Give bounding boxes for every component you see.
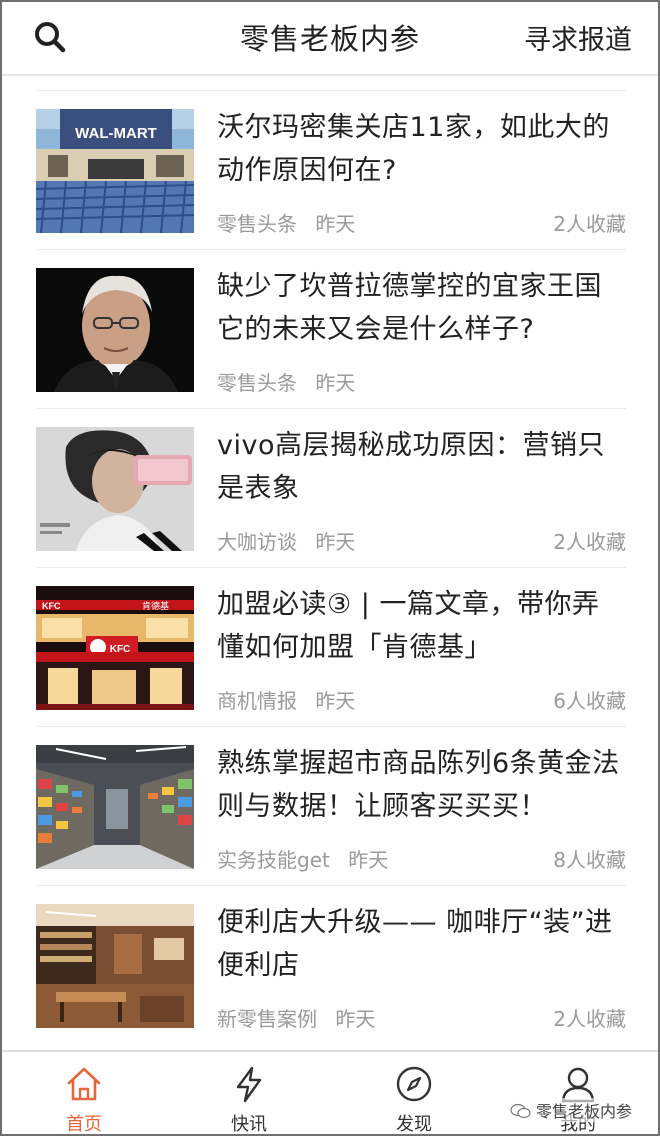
article-item[interactable]: KFC 肯德基 KFC 加盟必读③ | 一篇文章，带你弄懂如何加盟「肯德基」 商… xyxy=(36,567,626,726)
article-title[interactable]: 加盟必读③ | 一篇文章，带你弄懂如何加盟「肯德基」 xyxy=(217,583,622,669)
home-icon xyxy=(67,1067,101,1101)
walmart-sign-text: WAL-MART xyxy=(75,125,157,142)
article-time: 昨天 xyxy=(335,1007,376,1031)
kfc-storefront-photo: KFC 肯德基 KFC xyxy=(36,586,194,710)
article-title[interactable]: 沃尔玛密集关店11家，如此大的动作原因何在? xyxy=(217,106,622,192)
top-bar: 零售老板内参 寻求报道 xyxy=(2,2,658,76)
article-saves: 8人收藏 xyxy=(553,848,626,872)
article-list: WAL-MART 沃尔玛密集关店11家，如此大的动作原因何在? 零售头条 昨天 … xyxy=(36,90,626,1044)
article-title[interactable]: 便利店大升级—— 咖啡厅“装”进便利店 xyxy=(217,901,622,987)
article-source[interactable]: 新零售案例 xyxy=(217,1007,317,1031)
elderly-man-portrait-photo xyxy=(36,268,194,392)
article-source[interactable]: 商机情报 xyxy=(217,689,297,713)
article-time: 昨天 xyxy=(315,371,356,395)
article-meta: 零售头条 昨天 xyxy=(217,367,626,396)
article-item[interactable]: vivo高层揭秘成功原因：营销只是表象 大咖访谈 昨天 2人收藏 xyxy=(36,408,626,567)
article-time: 昨天 xyxy=(315,689,356,713)
seek-coverage-link[interactable]: 寻求报道 xyxy=(524,18,632,57)
tab-profile[interactable]: 我的 xyxy=(523,1052,633,1134)
article-title[interactable]: 熟练掌握超市商品陈列6条黄金法则与数据！让顾客买买买！ xyxy=(217,742,622,828)
article-meta: 实务技能get 昨天 8人收藏 xyxy=(217,844,626,873)
article-title[interactable]: vivo高层揭秘成功原因：营销只是表象 xyxy=(217,424,622,510)
article-saves: 2人收藏 xyxy=(553,1007,626,1031)
supermarket-aisle-photo xyxy=(36,745,194,869)
wechat-icon xyxy=(510,1103,531,1119)
tab-news-flash-label: 快讯 xyxy=(231,1114,267,1135)
article-source[interactable]: 零售头条 xyxy=(217,371,297,395)
tab-home-label: 首页 xyxy=(66,1114,102,1135)
article-meta: 新零售案例 昨天 2人收藏 xyxy=(217,1003,626,1032)
tab-home[interactable]: 首页 xyxy=(29,1052,139,1135)
article-meta: 商机情报 昨天 6人收藏 xyxy=(217,685,626,714)
article-item[interactable]: WAL-MART 沃尔玛密集关店11家，如此大的动作原因何在? 零售头条 昨天 … xyxy=(36,90,626,249)
article-meta: 零售头条 昨天 2人收藏 xyxy=(217,208,626,237)
article-time: 昨天 xyxy=(348,848,389,872)
woman-with-phone-ad-photo xyxy=(36,427,194,551)
compass-icon xyxy=(396,1066,432,1102)
walmart-store-photo: WAL-MART xyxy=(36,109,194,233)
article-time: 昨天 xyxy=(315,212,356,236)
app-frame: 零售老板内参 寻求报道 WAL-MART 沃尔玛密集关店11家，如此大的动作原因… xyxy=(0,0,660,1136)
article-saves: 2人收藏 xyxy=(553,530,626,554)
article-saves: 2人收藏 xyxy=(553,212,626,236)
article-meta: 大咖访谈 昨天 2人收藏 xyxy=(217,526,626,555)
tab-news-flash[interactable]: 快讯 xyxy=(194,1052,304,1135)
kfc-cn-sign-text: 肯德基 xyxy=(142,600,169,612)
article-source[interactable]: 零售头条 xyxy=(217,212,297,236)
tab-discover[interactable]: 发现 xyxy=(359,1052,469,1135)
article-title[interactable]: 缺少了坎普拉德掌控的宜家王国它的未来又会是什么样子? xyxy=(217,265,622,351)
article-saves: 6人收藏 xyxy=(553,689,626,713)
article-item[interactable]: 便利店大升级—— 咖啡厅“装”进便利店 新零售案例 昨天 2人收藏 xyxy=(36,885,626,1044)
watermark: 零售老板内参 xyxy=(510,1098,633,1122)
convenience-store-interior-photo xyxy=(36,904,194,1028)
article-source[interactable]: 实务技能get xyxy=(217,848,330,872)
lightning-icon xyxy=(236,1066,262,1103)
watermark-text: 零售老板内参 xyxy=(536,1102,633,1121)
bottom-tab-bar: 首页 快讯 发现 我的 xyxy=(2,1050,658,1135)
tab-discover-label: 发现 xyxy=(396,1114,432,1135)
article-time: 昨天 xyxy=(315,530,356,554)
article-item[interactable]: 缺少了坎普拉德掌控的宜家王国它的未来又会是什么样子? 零售头条 昨天 xyxy=(36,249,626,408)
article-source[interactable]: 大咖访谈 xyxy=(217,530,297,554)
kfc-sign-text: KFC xyxy=(42,601,61,611)
article-item[interactable]: 熟练掌握超市商品陈列6条黄金法则与数据！让顾客买买买！ 实务技能get 昨天 8… xyxy=(36,726,626,885)
